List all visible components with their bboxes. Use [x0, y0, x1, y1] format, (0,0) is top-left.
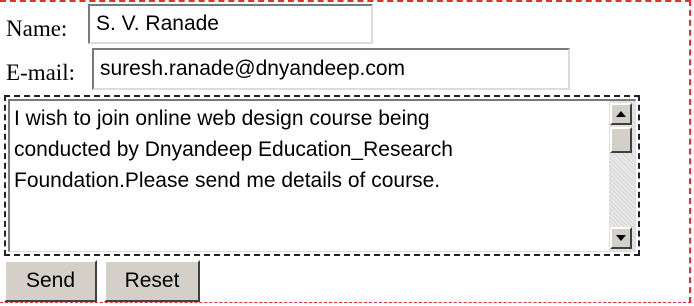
message-textarea[interactable]: I wish to join online web design course …: [4, 95, 640, 256]
email-label: E-mail:: [6, 60, 75, 85]
triangle-down-icon: [616, 235, 626, 241]
scroll-up-button[interactable]: [610, 103, 632, 125]
name-field[interactable]: [88, 4, 373, 44]
triangle-up-icon: [616, 111, 626, 117]
message-textarea-inner[interactable]: I wish to join online web design course …: [8, 99, 636, 252]
scroll-thumb[interactable]: [610, 127, 632, 153]
textarea-scrollbar[interactable]: [609, 101, 635, 251]
reset-button[interactable]: Reset: [104, 260, 200, 302]
send-button[interactable]: Send: [4, 260, 97, 302]
scroll-down-button[interactable]: [610, 227, 632, 249]
message-text: I wish to join online web design course …: [14, 107, 453, 192]
email-field[interactable]: [92, 48, 570, 90]
name-label: Name:: [6, 16, 68, 41]
